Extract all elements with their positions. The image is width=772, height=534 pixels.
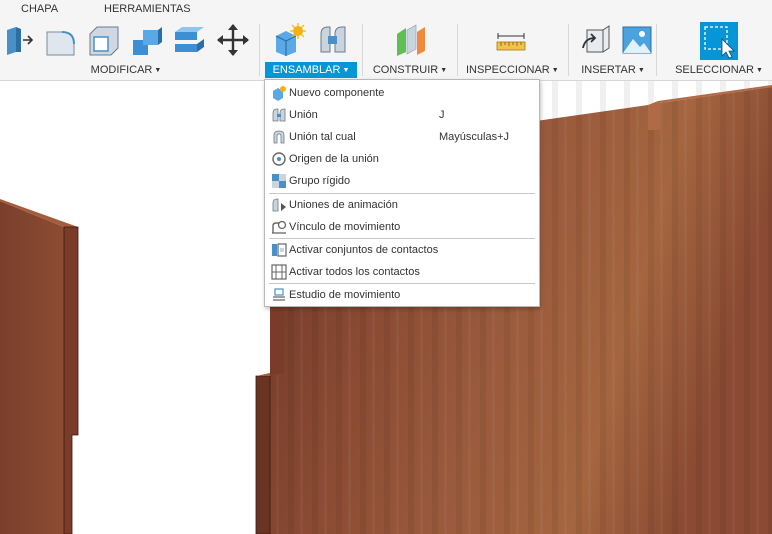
menu-item-uniones-animacion[interactable]: Uniones de animación (265, 194, 539, 216)
combine-icon[interactable] (130, 22, 164, 58)
toolbar: CHAPA HERRAMIENTAS MODIFICAR ▼ ENSAMBLAR… (0, 0, 772, 81)
menu-item-activar-conjuntos-contactos[interactable]: Activar conjuntos de contactos (265, 239, 539, 261)
move-icon[interactable] (216, 22, 250, 58)
group-ensamblar[interactable]: ENSAMBLAR ▼ (265, 62, 357, 78)
group-seleccionar-label: SELECCIONAR (675, 64, 754, 76)
contact-sets-icon (271, 242, 287, 258)
group-inspeccionar-label: INSPECCIONAR (466, 64, 550, 76)
tab-chapa[interactable]: CHAPA (21, 3, 58, 15)
shell-icon[interactable] (87, 22, 121, 58)
menu-item-label: Estudio de movimiento (289, 289, 401, 301)
tab-herramientas[interactable]: HERRAMIENTAS (104, 3, 191, 15)
menu-item-nuevo-componente[interactable]: Nuevo componente (265, 82, 539, 104)
ensamblar-menu: Nuevo componente Unión J Unión tal cual … (264, 79, 540, 307)
menu-item-label: Nuevo componente (289, 87, 385, 99)
menu-item-shortcut: Mayúsculas+J (439, 131, 510, 143)
animate-joints-icon (271, 197, 287, 213)
select-icon[interactable] (700, 22, 738, 60)
caret-down-icon: ▼ (755, 67, 763, 74)
group-insertar[interactable]: INSERTAR ▼ (580, 62, 646, 78)
group-seleccionar[interactable]: SELECCIONAR ▼ (674, 62, 764, 78)
as-built-joint-icon (271, 129, 287, 145)
group-insertar-label: INSERTAR (581, 64, 636, 76)
rigid-group-icon (271, 173, 287, 189)
joint-origin-icon (271, 151, 287, 167)
measure-icon[interactable] (494, 22, 528, 58)
replace-face-icon[interactable] (172, 22, 206, 58)
motion-study-icon (271, 287, 287, 303)
left-board-side (63, 226, 79, 534)
left-board-face (0, 201, 64, 534)
joint-icon (271, 107, 287, 123)
menu-item-label: Grupo rígido (289, 175, 351, 187)
all-contacts-icon (271, 264, 287, 280)
menu-item-union[interactable]: Unión J (265, 104, 539, 126)
group-inspeccionar[interactable]: INSPECCIONAR ▼ (466, 62, 559, 78)
menu-item-label: Uniones de animación (289, 199, 398, 211)
menu-item-union-tal-cual[interactable]: Unión tal cual Mayúsculas+J (265, 126, 539, 148)
menu-item-label: Activar conjuntos de contactos (289, 244, 439, 256)
menu-item-vinculo-movimiento[interactable]: Vínculo de movimiento (265, 216, 539, 238)
caret-down-icon: ▼ (440, 67, 448, 74)
group-modificar[interactable]: MODIFICAR ▼ (86, 62, 166, 78)
separator (259, 24, 260, 76)
menu-item-estudio-movimiento[interactable]: Estudio de movimiento (265, 284, 539, 306)
group-ensamblar-label: ENSAMBLAR (272, 64, 341, 76)
press-pull-icon[interactable] (2, 22, 36, 58)
group-construir-label: CONSTRUIR (372, 64, 439, 76)
fillet-icon[interactable] (44, 22, 78, 58)
right-board-side (255, 375, 271, 534)
toolbar-tabs: CHAPA HERRAMIENTAS (0, 0, 772, 18)
menu-item-grupo-rigido[interactable]: Grupo rígido (265, 170, 539, 192)
menu-item-shortcut: J (439, 109, 445, 121)
separator (362, 24, 363, 76)
menu-item-label: Vínculo de movimiento (289, 221, 401, 233)
caret-down-icon: ▼ (342, 67, 350, 74)
insert-image-icon[interactable] (620, 22, 654, 58)
new-component-icon (271, 85, 287, 101)
caret-down-icon: ▼ (551, 67, 559, 74)
new-component-icon[interactable] (272, 22, 306, 58)
group-modificar-label: MODIFICAR (90, 64, 153, 76)
menu-item-activar-todos-contactos[interactable]: Activar todos los contactos (265, 261, 539, 283)
menu-item-label: Unión (289, 109, 318, 121)
insert-derive-icon[interactable] (579, 22, 613, 58)
group-construir[interactable]: CONSTRUIR ▼ (372, 62, 448, 78)
caret-down-icon: ▼ (154, 67, 162, 74)
joint-icon[interactable] (316, 22, 350, 58)
menu-item-label: Unión tal cual (289, 131, 356, 143)
caret-down-icon: ▼ (637, 67, 645, 74)
menu-item-label: Activar todos los contactos (289, 266, 420, 278)
menu-item-origen-union[interactable]: Origen de la unión (265, 148, 539, 170)
separator (568, 24, 569, 76)
menu-item-label: Origen de la unión (289, 153, 379, 165)
separator (457, 24, 458, 76)
motion-link-icon (271, 219, 287, 235)
separator (656, 24, 657, 76)
offset-plane-icon[interactable] (394, 22, 428, 58)
